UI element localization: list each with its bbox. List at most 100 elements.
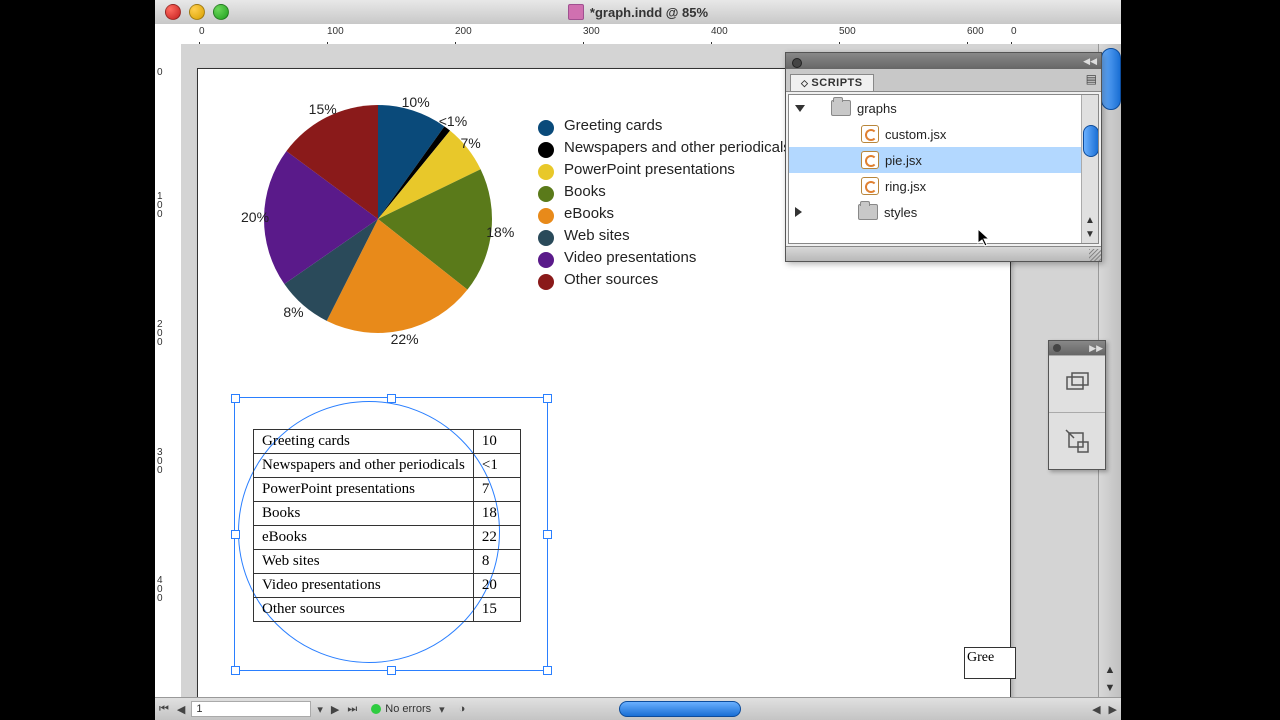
panel-menu-button[interactable]: ▤ (1086, 72, 1097, 86)
prev-page-button[interactable]: ◀ (173, 703, 189, 716)
script-item[interactable]: pie.jsx (789, 147, 1098, 173)
pie-slice-label: 8% (283, 304, 303, 320)
scripts-panel[interactable]: ◀◀ ◇ SCRIPTS ▤ graphs custom.jsx pie.jsx r… (785, 52, 1102, 262)
minimize-button[interactable] (189, 4, 205, 20)
tools-dock[interactable]: ▶▶ (1048, 340, 1106, 470)
legend-label: Web sites (564, 227, 630, 244)
legend-item: Other sources (538, 271, 791, 290)
legend-item: Newspapers and other periodicals (538, 139, 791, 158)
table-cell-label[interactable]: Newspapers and other periodicals (254, 454, 474, 478)
first-page-button[interactable]: ⏮ (155, 703, 173, 716)
script-item[interactable]: custom.jsx (789, 121, 1098, 147)
ruler-tick: 300 (157, 448, 167, 475)
source-data-table[interactable]: Greeting cards10Newspapers and other per… (253, 429, 521, 622)
scripts-tree[interactable]: graphs custom.jsxpie.jsxring.jsx styles … (788, 94, 1099, 244)
panel-footer[interactable] (786, 246, 1101, 261)
table-cell-label[interactable]: Books (254, 502, 474, 526)
dock-header[interactable]: ▶▶ (1049, 341, 1105, 355)
table-row[interactable]: eBooks22 (254, 526, 521, 550)
table-cell-value[interactable]: 10 (473, 430, 520, 454)
tree-scrollbar-thumb[interactable] (1083, 125, 1099, 157)
panel-resize-icon[interactable] (1089, 249, 1101, 261)
close-button[interactable] (165, 4, 181, 20)
tree-folder-styles[interactable]: styles (789, 199, 1098, 225)
table-cell-label[interactable]: PowerPoint presentations (254, 478, 474, 502)
letterbox-left (0, 0, 155, 720)
legend-item: eBooks (538, 205, 791, 224)
ruler-tick: 400 (711, 26, 728, 37)
zoom-button[interactable] (213, 4, 229, 20)
legend-label: Other sources (564, 271, 658, 288)
ruler-origin[interactable] (155, 24, 182, 45)
table-cell-label[interactable]: eBooks (254, 526, 474, 550)
tool-button-2[interactable] (1049, 412, 1105, 469)
legend-label: PowerPoint presentations (564, 161, 735, 178)
table-row[interactable]: Video presentations20 (254, 574, 521, 598)
ruler-tick: 600 (967, 26, 984, 37)
ruler-tick: 0 (157, 68, 167, 77)
ruler-vertical[interactable]: 0 100 200 300 400 (155, 44, 182, 698)
tool-button-1[interactable] (1049, 355, 1105, 412)
legend-swatch-icon (538, 274, 554, 290)
panel-header[interactable]: ◀◀ (786, 53, 1101, 69)
scroll-right-button[interactable]: ▶ (1105, 703, 1121, 716)
table-cell-value[interactable]: 15 (473, 598, 520, 622)
legend-item: Web sites (538, 227, 791, 246)
ruler-horizontal[interactable]: 0 100 200 300 400 500 600 0 (181, 24, 1121, 45)
next-page-button[interactable]: ▶ (327, 703, 343, 716)
table-row[interactable]: Books18 (254, 502, 521, 526)
scroll-left-button[interactable]: ◀ (1088, 703, 1104, 716)
scroll-up-icon[interactable]: ▲ (1084, 215, 1096, 227)
table-cell-label[interactable]: Other sources (254, 598, 474, 622)
panel-grip-icon[interactable] (792, 58, 802, 68)
table-row[interactable]: Other sources15 (254, 598, 521, 622)
preflight-profile-button[interactable]: ◑ (455, 703, 470, 715)
ruler-tick: 400 (157, 576, 167, 603)
horizontal-scrollbar-thumb[interactable] (619, 701, 741, 717)
table-row[interactable]: Greeting cards10 (254, 430, 521, 454)
table-cell-value[interactable]: <1 (473, 454, 520, 478)
dock-grip-icon (1053, 344, 1061, 352)
ruler-tick: 100 (327, 26, 344, 37)
script-file-icon (861, 125, 879, 143)
ruler-tick: 500 (839, 26, 856, 37)
script-item[interactable]: ring.jsx (789, 173, 1098, 199)
table-cell-label[interactable]: Web sites (254, 550, 474, 574)
scroll-up-icon[interactable]: ▲ (1102, 662, 1118, 678)
table-row[interactable]: Web sites8 (254, 550, 521, 574)
preflight-menu-button[interactable]: ▾ (435, 703, 449, 716)
disclosure-triangle-icon[interactable] (795, 207, 802, 217)
last-page-button[interactable]: ⏭ (343, 703, 361, 716)
script-item-label: ring.jsx (885, 179, 926, 194)
table-cell-label[interactable]: Greeting cards (254, 430, 474, 454)
page-number-field[interactable]: 1 (191, 701, 311, 717)
legend-label: Newspapers and other periodicals (564, 139, 791, 156)
ruler-tick: 0 (199, 26, 205, 37)
table-row[interactable]: Newspapers and other periodicals<1 (254, 454, 521, 478)
scroll-down-icon[interactable]: ▼ (1102, 680, 1118, 696)
disclosure-triangle-icon[interactable] (795, 105, 805, 112)
script-item-label: pie.jsx (885, 153, 922, 168)
tree-scrollbar[interactable]: ▲ ▼ (1081, 95, 1098, 243)
table-cell-value[interactable]: 22 (473, 526, 520, 550)
titlebar[interactable]: *graph.indd @ 85% (155, 0, 1121, 25)
dock-expand-button[interactable]: ▶▶ (1089, 343, 1103, 354)
table-cell-label[interactable]: Video presentations (254, 574, 474, 598)
legend-swatch-icon (538, 252, 554, 268)
panel-collapse-button[interactable]: ◀◀ (1083, 56, 1097, 67)
table-cell-value[interactable]: 8 (473, 550, 520, 574)
tree-folder-graphs[interactable]: graphs (789, 95, 1098, 121)
scrollbar-thumb[interactable] (1101, 48, 1121, 110)
table-row[interactable]: PowerPoint presentations7 (254, 478, 521, 502)
ruler-tick: 200 (455, 26, 472, 37)
table-cell-value[interactable]: 18 (473, 502, 520, 526)
table-cell-value[interactable]: 7 (473, 478, 520, 502)
pie-slice-label: 22% (391, 331, 419, 347)
tab-scripts[interactable]: ◇ SCRIPTS (790, 74, 874, 91)
pie-slice-label: 7% (461, 135, 481, 151)
legend-swatch-icon (538, 230, 554, 246)
table-cell-value[interactable]: 20 (473, 574, 520, 598)
page-dropdown-button[interactable]: ▾ (313, 703, 327, 716)
scroll-down-icon[interactable]: ▼ (1084, 229, 1096, 241)
overflow-text-frame[interactable]: Gree (964, 647, 1016, 679)
